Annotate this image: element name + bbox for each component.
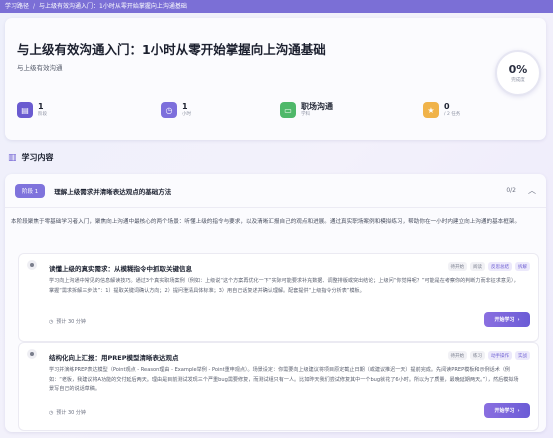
- folder-icon: ▭: [280, 102, 296, 118]
- task-duration: ◷ 预计 30 分钟: [49, 318, 86, 326]
- task-title: 读懂上级的真实需求：从模糊指令中抓取关键信息: [49, 265, 192, 273]
- path-header-card: 与上级有效沟通入门：1小时从零开始掌握向上沟通基础 与上级有效沟通 0% 完成度…: [5, 18, 546, 140]
- stat-label: 小时: [182, 112, 191, 117]
- section-title-text: 学习内容: [21, 153, 54, 162]
- stat-label: 阶段: [38, 112, 47, 117]
- clock-icon: ◷: [49, 409, 54, 416]
- task-tags: 待开始 练习 动手操作 实战: [447, 351, 530, 360]
- section-title: ▥ 学习内容: [8, 152, 54, 163]
- book-icon: ▤: [17, 102, 33, 118]
- task-tag: 待开始: [447, 351, 467, 360]
- status-dot-icon: [27, 349, 37, 359]
- page-title: 与上级有效沟通入门：1小时从零开始掌握向上沟通基础: [17, 42, 326, 57]
- task-description: 学习向上沟通中常见的信息解读技巧。通过3个真实职场案例（例如：上级说“这个方案再…: [49, 278, 519, 294]
- stat-tasks: ★ 0 / 2 任务: [423, 102, 460, 118]
- stage-card: 阶段 1 理解上级需求并清晰表达观点的基础方法 0/2 ︿ 本阶段聚焦于零基础学…: [5, 174, 546, 432]
- stat-subject: ▭ 职场沟通 学科: [280, 102, 333, 118]
- status-dot-icon: [27, 260, 37, 270]
- breadcrumb-separator: /: [33, 3, 36, 10]
- stats-row: ▤ 1 阶段 ◷ 1 小时 ▭ 职场沟通 学科 ★ 0 / 2 任务: [17, 102, 537, 132]
- stage-title: 理解上级需求并清晰表达观点的基础方法: [54, 187, 172, 196]
- task-tag: 练习: [470, 351, 485, 360]
- trophy-icon: ★: [423, 102, 439, 118]
- stat-value: 1: [38, 102, 44, 111]
- progress-value: 0%: [508, 62, 528, 76]
- task-tag: 动手操作: [488, 351, 512, 360]
- stage-header[interactable]: 阶段 1 理解上级需求并清晰表达观点的基础方法 0/2 ︿: [5, 174, 546, 208]
- task-tag: 待开始: [447, 262, 467, 271]
- arrow-right-icon: ›: [517, 316, 520, 323]
- task-tags: 待开始 阅读 反思总结 拆解: [447, 262, 530, 271]
- stat-stages: ▤ 1 阶段: [17, 102, 47, 118]
- stat-label: 学科: [301, 112, 310, 117]
- task-card: 读懂上级的真实需求：从模糊指令中抓取关键信息 待开始 阅读 反思总结 拆解 学习…: [18, 253, 539, 342]
- stage-task-count: 0/2: [506, 187, 516, 194]
- task-tag: 实战: [515, 351, 530, 360]
- breadcrumb-current: 与上级有效沟通入门：1小时从零开始掌握向上沟通基础: [39, 3, 187, 10]
- start-learning-button[interactable]: 开始学习 ›: [484, 403, 530, 418]
- task-tag: 阅读: [470, 262, 485, 271]
- stat-label: / 2 任务: [444, 112, 461, 117]
- start-learning-button[interactable]: 开始学习 ›: [484, 312, 530, 327]
- stat-value: 1: [182, 102, 188, 111]
- start-button-label: 开始学习: [494, 408, 515, 414]
- progress-label: 完成度: [511, 77, 525, 83]
- task-title: 结构化向上汇报：用PREP模型清晰表达观点: [49, 354, 179, 362]
- progress-ring: 0% 完成度: [495, 50, 541, 96]
- breadcrumb-root-link[interactable]: 学习路径: [5, 2, 29, 11]
- task-duration: ◷ 预计 30 分钟: [49, 409, 86, 417]
- stage-description: 本阶段聚焦于零基础学习者入门，聚焦向上沟通中最核心的两个场景：听懂上级的指令与要…: [11, 219, 521, 225]
- start-button-label: 开始学习: [494, 317, 515, 323]
- arrow-right-icon: ›: [517, 407, 520, 414]
- clock-icon: ◷: [49, 318, 54, 325]
- books-icon: ▥: [8, 152, 17, 163]
- task-card: 结构化向上汇报：用PREP模型清晰表达观点 待开始 练习 动手操作 实战 学习并…: [18, 342, 539, 431]
- page-subtitle: 与上级有效沟通: [17, 64, 63, 72]
- clock-icon: ◷: [161, 102, 177, 118]
- task-duration-text: 预计 30 分钟: [56, 410, 86, 416]
- task-tag: 反思总结: [488, 262, 512, 271]
- stat-hours: ◷ 1 小时: [161, 102, 191, 118]
- chevron-up-icon[interactable]: ︿: [528, 185, 536, 196]
- task-tag: 拆解: [515, 262, 530, 271]
- stage-badge: 阶段 1: [15, 183, 46, 198]
- stat-value: 0: [444, 102, 450, 111]
- stat-value: 职场沟通: [301, 102, 333, 111]
- task-description: 学习并演练PREP表达模型（Point观点 - Reason理由 - Examp…: [49, 367, 519, 393]
- task-duration-text: 预计 30 分钟: [56, 319, 86, 325]
- breadcrumb: 学习路径 / 与上级有效沟通入门：1小时从零开始掌握向上沟通基础: [0, 0, 553, 13]
